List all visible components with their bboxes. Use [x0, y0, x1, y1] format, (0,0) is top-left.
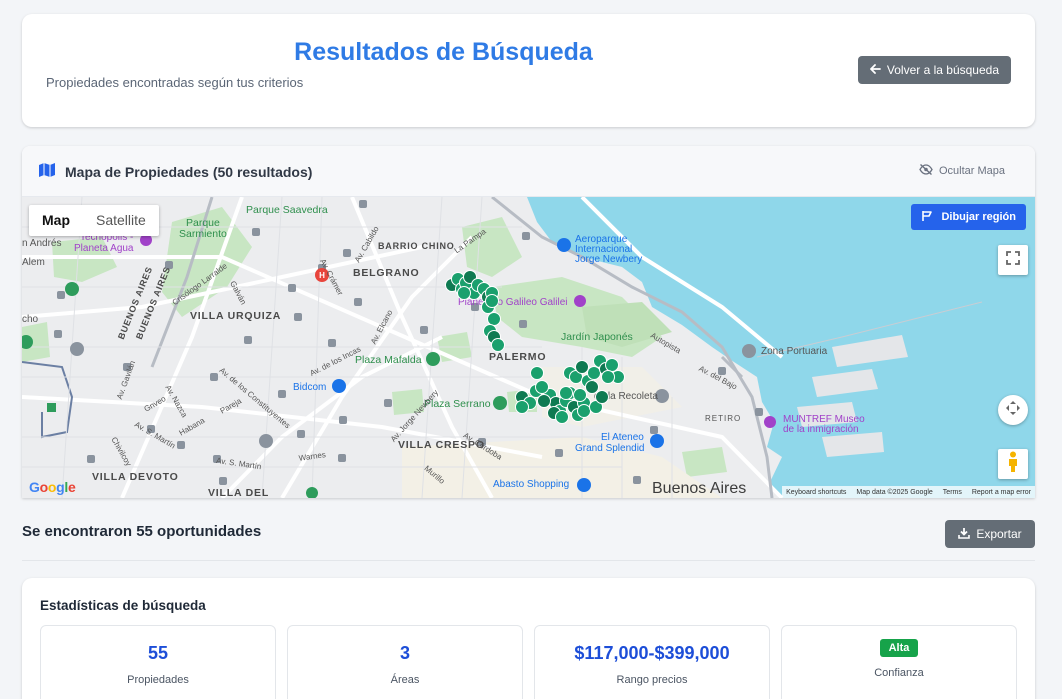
property-marker[interactable] [595, 390, 609, 404]
move-arrows-icon [1004, 399, 1022, 422]
map-type-satellite-button[interactable]: Satellite [83, 205, 159, 236]
terms-link[interactable]: Terms [943, 489, 962, 496]
stat-label: Propiedades [127, 674, 189, 686]
divider [22, 560, 1035, 561]
results-count-heading: Se encontraron 55 oportunidades [22, 523, 262, 540]
property-marker[interactable] [585, 380, 599, 394]
stat-label: Áreas [390, 674, 420, 686]
map-type-toggle: Map Satellite [29, 205, 159, 236]
stat-confidence: Alta Confianza [781, 625, 1017, 699]
draw-polygon-icon [921, 210, 933, 225]
map-icon [39, 163, 55, 180]
property-marker[interactable] [491, 338, 505, 352]
hide-map-label: Ocultar Mapa [938, 165, 1005, 177]
map-header: Mapa de Propiedades (50 resultados) Ocul… [22, 146, 1035, 197]
property-marker[interactable] [573, 388, 587, 402]
property-marker[interactable] [575, 360, 589, 374]
stat-label: Rango precios [616, 674, 688, 686]
property-marker[interactable] [530, 366, 544, 380]
draw-region-label: Dibujar región [941, 211, 1016, 223]
map-view[interactable]: H Parque Saavedra Parque Sarmiento Tecnó… [22, 197, 1035, 498]
property-markers [445, 270, 625, 424]
property-marker[interactable] [559, 386, 573, 400]
property-marker[interactable] [577, 404, 591, 418]
draw-region-button[interactable]: Dibujar región [911, 204, 1026, 230]
property-marker[interactable] [535, 380, 549, 394]
export-button[interactable]: Exportar [945, 520, 1035, 548]
property-marker[interactable] [555, 410, 569, 424]
back-to-search-button[interactable]: Volver a la búsqueda [857, 56, 1011, 84]
camera-control-button[interactable] [998, 395, 1028, 425]
property-marker[interactable] [485, 294, 499, 308]
keyboard-shortcuts-link[interactable]: Keyboard shortcuts [786, 489, 846, 496]
download-icon [958, 527, 971, 542]
fullscreen-button[interactable] [998, 245, 1028, 275]
stat-price-range: $117,000-$399,000 Rango precios [534, 625, 770, 699]
google-logo: Google [29, 479, 76, 495]
map-data-text: Map data ©2025 Google [856, 488, 933, 496]
confidence-badge: Alta [879, 639, 919, 657]
page-subtitle: Propiedades encontradas según tus criter… [46, 75, 304, 90]
fullscreen-icon [1006, 250, 1020, 270]
property-marker[interactable] [605, 358, 619, 372]
stat-label: Confianza [874, 667, 924, 679]
stat-value: 55 [147, 643, 169, 663]
map-attribution: Keyboard shortcuts Map data ©2025 Google… [782, 486, 1035, 498]
hide-map-button[interactable]: Ocultar Mapa [919, 163, 1005, 178]
property-marker[interactable] [601, 370, 615, 384]
map-title-text: Mapa de Propiedades (50 resultados) [65, 163, 313, 180]
header-card: Resultados de Búsqueda Propiedades encon… [22, 14, 1035, 127]
stat-properties: 55 Propiedades [40, 625, 276, 699]
property-marker[interactable] [457, 286, 471, 300]
street-view-button[interactable] [998, 449, 1028, 479]
report-error-link[interactable]: Report a map error [972, 489, 1031, 496]
back-to-search-label: Volver a la búsqueda [886, 63, 999, 77]
map-title: Mapa de Propiedades (50 resultados) [39, 163, 312, 180]
stats-title: Estadísticas de búsqueda [40, 598, 206, 613]
export-label: Exportar [976, 527, 1022, 541]
stat-value: $117,000-$399,000 [574, 643, 730, 663]
property-marker[interactable] [487, 312, 501, 326]
map-type-map-button[interactable]: Map [29, 205, 83, 236]
property-marker[interactable] [587, 366, 601, 380]
arrow-left-icon [870, 63, 881, 77]
map-card: Mapa de Propiedades (50 resultados) Ocul… [22, 146, 1035, 498]
stat-value: 3 [399, 643, 410, 663]
search-stats-card: Estadísticas de búsqueda 55 Propiedades … [22, 578, 1035, 699]
property-marker[interactable] [537, 394, 551, 408]
stat-areas: 3 Áreas [287, 625, 523, 699]
property-marker[interactable] [515, 400, 529, 414]
eye-slash-icon [919, 163, 933, 178]
pegman-icon [1006, 451, 1020, 478]
